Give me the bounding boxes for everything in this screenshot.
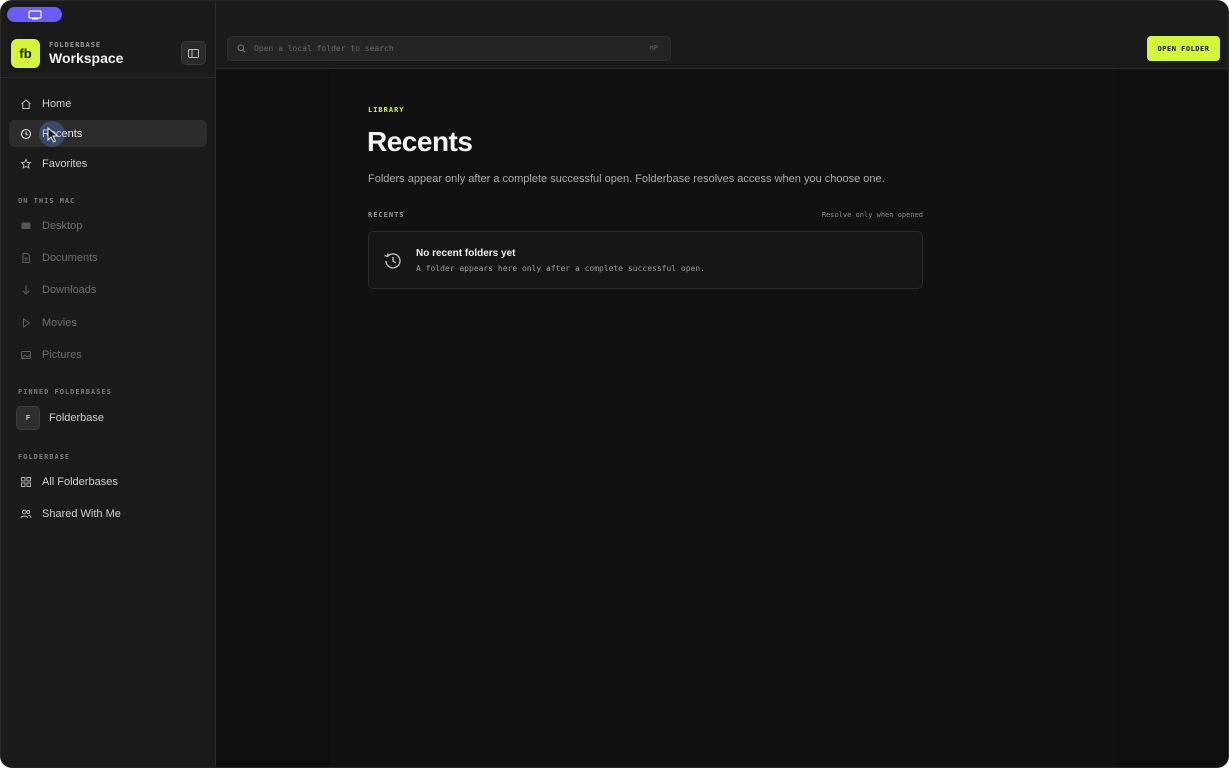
sidebar-item-label: All Folderbases	[42, 475, 118, 488]
workspace-title: Workspace	[49, 50, 124, 66]
empty-state-title: No recent folders yet	[416, 248, 516, 259]
main-content: LIBRARY Recents Folders appear only afte…	[216, 70, 1228, 767]
star-icon	[20, 157, 32, 170]
sidebar-item-label: Documents	[42, 251, 98, 264]
search-input[interactable]	[254, 44, 634, 53]
sidebar-divider	[1, 77, 216, 78]
download-icon	[20, 284, 32, 296]
toggle-sidebar-button[interactable]	[181, 41, 206, 65]
empty-state-subtitle: A folder appears here only after a compl…	[416, 264, 705, 273]
page-title: Recents	[367, 126, 473, 157]
history-icon	[384, 253, 401, 269]
section-eyebrow: LIBRARY	[368, 106, 405, 114]
sidebar-item-label: Shared With Me	[42, 507, 121, 520]
sidebar-item-desktop[interactable]: Desktop	[9, 212, 207, 239]
sidebar-item-documents[interactable]: Documents	[9, 244, 207, 271]
search-bar[interactable]: ⌘P	[227, 36, 671, 61]
desktop-icon	[20, 220, 32, 232]
mouse-cursor-icon	[47, 127, 59, 143]
page-description: Folders appear only after a complete suc…	[368, 173, 885, 185]
top-bar: ⌘P OPEN FOLDER	[216, 1, 1228, 69]
screen-share-icon	[27, 9, 42, 19]
sidebar-item-pinned-folderbase[interactable]: F Folderbase	[9, 404, 207, 432]
sidebar-item-pictures[interactable]: Pictures	[9, 341, 207, 368]
section-label-folderbase: FOLDERBASE	[18, 453, 71, 461]
sidebar-item-label: Home	[42, 97, 72, 110]
search-icon	[237, 44, 246, 53]
sidebar: fb FOLDERBASE Workspace Home Recents Fav…	[1, 1, 216, 767]
sidebar-item-all-folderbases[interactable]: All Folderbases	[9, 468, 207, 495]
sidebar-item-favorites[interactable]: Favorites	[9, 150, 207, 177]
home-icon	[20, 98, 32, 110]
recents-list-label: RECENTS	[368, 211, 405, 219]
app-logo: fb	[11, 39, 40, 68]
brand-eyebrow: FOLDERBASE	[49, 41, 102, 49]
section-label-pinned: PINNED FOLDERBASES	[18, 388, 112, 396]
sidebar-item-label: Downloads	[42, 283, 97, 296]
image-icon	[20, 349, 32, 361]
sidebar-item-label: Favorites	[42, 157, 88, 170]
sidebar-item-label: Pictures	[42, 348, 82, 361]
recents-list-hint: Resolve only when opened	[821, 211, 923, 219]
sidebar-item-label: Movies	[42, 316, 77, 329]
sidebar-icon	[188, 48, 199, 58]
search-shortcut: ⌘P	[649, 44, 658, 52]
screen-share-indicator[interactable]	[7, 7, 62, 22]
section-label-on-this-mac: ON THIS MAC	[18, 197, 76, 205]
users-icon	[20, 508, 32, 520]
sidebar-item-downloads[interactable]: Downloads	[9, 276, 207, 303]
sidebar-item-shared-with-me[interactable]: Shared With Me	[9, 500, 207, 527]
folderbase-avatar: F	[16, 406, 40, 430]
grid-icon	[20, 476, 32, 488]
play-icon	[20, 317, 32, 329]
open-folder-button[interactable]: OPEN FOLDER	[1147, 36, 1220, 61]
sidebar-item-label: Desktop	[42, 219, 83, 232]
app-window: fb FOLDERBASE Workspace Home Recents Fav…	[0, 0, 1229, 768]
document-icon	[20, 252, 32, 264]
sidebar-item-home[interactable]: Home	[9, 90, 207, 117]
sidebar-item-movies[interactable]: Movies	[9, 309, 207, 336]
sidebar-item-label: Folderbase	[49, 412, 105, 424]
clock-icon	[20, 128, 32, 140]
empty-state-card: No recent folders yet A folder appears h…	[368, 231, 923, 289]
brand: fb FOLDERBASE Workspace	[11, 39, 123, 68]
